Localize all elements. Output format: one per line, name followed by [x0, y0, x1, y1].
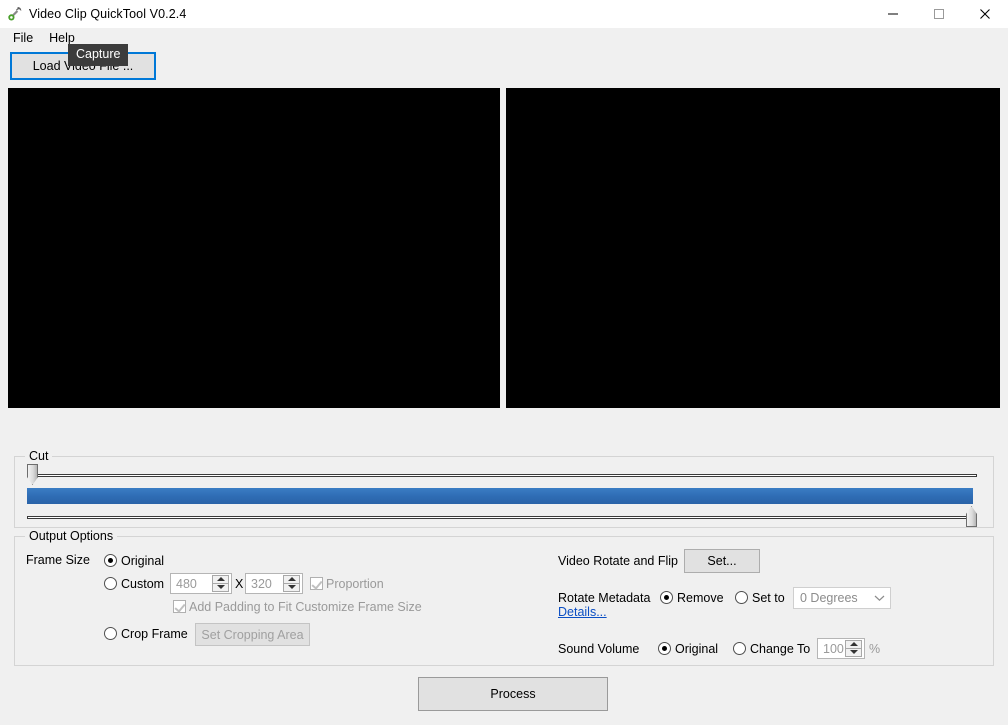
frame-height-input[interactable]: 320 [245, 573, 303, 594]
frame-height-down-button[interactable] [283, 583, 300, 592]
sound-volume-value: 100 [823, 641, 844, 656]
close-icon[interactable] [962, 0, 1008, 28]
triangle-down-icon [287, 585, 296, 590]
frame-height-stepper[interactable] [283, 575, 300, 592]
sound-volume-input[interactable]: 100 [817, 638, 865, 659]
minimize-icon[interactable] [870, 0, 916, 28]
sound-volume-stepper[interactable] [845, 640, 862, 657]
triangle-up-icon [849, 642, 858, 647]
frame-width-stepper[interactable] [212, 575, 229, 592]
triangle-down-icon [849, 650, 858, 655]
cut-end-slider[interactable] [27, 506, 977, 528]
cut-start-slider[interactable] [27, 464, 977, 486]
maximize-icon[interactable] [916, 0, 962, 28]
frame-size-original-radio[interactable] [104, 554, 117, 567]
frame-size-separator: X [235, 577, 244, 591]
video-preview-left[interactable] [8, 88, 500, 408]
wrench-tool-icon [7, 6, 23, 22]
cut-start-slider-thumb[interactable] [27, 464, 38, 485]
output-options-group-title: Output Options [25, 529, 118, 544]
menu-item-file[interactable]: File [5, 29, 41, 48]
frame-width-input[interactable]: 480 [170, 573, 232, 594]
capture-tooltip: Capture [68, 44, 129, 66]
frame-width-value: 480 [176, 576, 197, 591]
frame-height-value: 320 [251, 576, 272, 591]
rotate-metadata-details-link[interactable]: Details... [558, 605, 607, 620]
add-padding-label: Add Padding to Fit Customize Frame Size [189, 600, 422, 614]
video-rotate-flip-set-button[interactable]: Set... [684, 549, 760, 573]
cut-start-slider-track [27, 474, 977, 477]
sound-volume-down-button[interactable] [845, 648, 862, 657]
cut-range-bar[interactable] [27, 488, 973, 504]
video-rotate-flip-label: Video Rotate and Flip [558, 554, 678, 568]
add-padding-checkbox[interactable] [173, 600, 186, 613]
title-bar: Video Clip QuickTool V0.2.4 [0, 0, 1008, 28]
rotate-metadata-label: Rotate Metadata [558, 591, 651, 605]
frame-width-down-button[interactable] [212, 583, 229, 592]
rotate-metadata-set-to-label[interactable]: Set to [752, 590, 785, 606]
set-cropping-area-button[interactable]: Set Cropping Area [195, 623, 310, 646]
frame-height-up-button[interactable] [283, 575, 300, 584]
chevron-down-icon [868, 594, 890, 602]
frame-size-custom-label[interactable]: Custom [121, 576, 164, 592]
percent-symbol-label: % [869, 642, 881, 656]
sound-volume-label: Sound Volume [558, 642, 640, 656]
frame-size-original-label[interactable]: Original [121, 553, 164, 569]
cut-group-title: Cut [25, 449, 53, 464]
window-controls [870, 0, 1008, 28]
rotate-metadata-remove-label[interactable]: Remove [677, 590, 724, 606]
frame-width-up-button[interactable] [212, 575, 229, 584]
rotate-metadata-remove-radio[interactable] [660, 591, 673, 604]
triangle-up-icon [216, 577, 225, 582]
timeline-labels-row: Start 00:00:00.000 Frame 0 << 00:00:00.0… [0, 412, 1008, 448]
sound-volume-original-radio[interactable] [658, 642, 671, 655]
window-title: Video Clip QuickTool V0.2.4 [29, 7, 187, 21]
rotate-degrees-select[interactable]: 0 Degrees [793, 587, 891, 609]
rotate-degrees-value: 0 Degrees [800, 591, 858, 605]
sound-volume-up-button[interactable] [845, 640, 862, 649]
process-button[interactable]: Process [418, 677, 608, 711]
triangle-down-icon [216, 585, 225, 590]
menu-bar: File Help [0, 28, 1008, 49]
proportion-label: Proportion [326, 577, 384, 591]
rotate-metadata-set-to-radio[interactable] [735, 591, 748, 604]
crop-frame-radio[interactable] [104, 627, 117, 640]
video-preview-right[interactable] [506, 88, 1000, 408]
cut-end-slider-thumb[interactable] [966, 506, 977, 527]
crop-frame-label[interactable]: Crop Frame [121, 626, 188, 642]
proportion-checkbox[interactable] [310, 577, 323, 590]
sound-volume-change-to-label[interactable]: Change To [750, 641, 810, 657]
cut-end-slider-track [27, 516, 977, 519]
application-window: Video Clip QuickTool V0.2.4 File Help Lo… [0, 0, 1008, 725]
frame-size-label: Frame Size [26, 553, 90, 567]
triangle-up-icon [287, 577, 296, 582]
sound-volume-change-to-radio[interactable] [733, 642, 746, 655]
frame-size-custom-radio[interactable] [104, 577, 117, 590]
sound-volume-original-label[interactable]: Original [675, 641, 718, 657]
